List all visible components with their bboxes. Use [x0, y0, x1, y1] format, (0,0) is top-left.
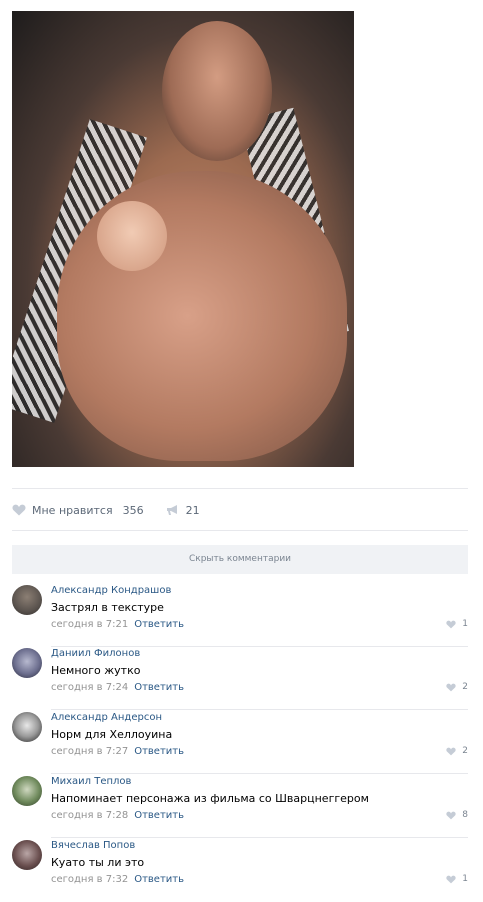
comment-like-button[interactable]: 1 [446, 619, 468, 629]
reply-button[interactable]: Ответить [134, 874, 184, 885]
comment-date[interactable]: сегодня в 7:27 [51, 746, 128, 757]
comment-meta: сегодня в 7:24 Ответить [51, 682, 184, 693]
avatar[interactable] [12, 840, 42, 870]
comment-author[interactable]: Даниил Филонов [51, 648, 140, 659]
comment-like-button[interactable]: 2 [446, 746, 468, 756]
heart-icon [446, 811, 456, 819]
repost-button[interactable]: 21 [166, 504, 200, 517]
divider [51, 773, 468, 774]
divider [51, 837, 468, 838]
comment-meta: сегодня в 7:21 Ответить [51, 619, 184, 630]
comment-item: Александр Андерсон Норм для Хеллоуина се… [12, 711, 468, 774]
comment-author[interactable]: Александр Кондрашов [51, 585, 171, 596]
divider [51, 709, 468, 710]
comment-meta: сегодня в 7:27 Ответить [51, 746, 184, 757]
post-photo[interactable] [12, 11, 354, 467]
comment-item: Вячеслав Попов Куато ты ли это сегодня в… [12, 839, 468, 902]
comment-date[interactable]: сегодня в 7:24 [51, 682, 128, 693]
avatar[interactable] [12, 648, 42, 678]
avatar[interactable] [12, 776, 42, 806]
comment-item: Александр Кондрашов Застрял в текстуре с… [12, 584, 468, 647]
hide-comments-button[interactable]: Скрыть комментарии [12, 545, 468, 574]
comment-author[interactable]: Александр Андерсон [51, 712, 162, 723]
divider [12, 530, 468, 531]
heart-icon [446, 747, 456, 755]
comment-like-count: 1 [462, 874, 468, 884]
avatar[interactable] [12, 712, 42, 742]
comment-author[interactable]: Михаил Теплов [51, 776, 131, 787]
comment-item: Даниил Филонов Немного жутко сегодня в 7… [12, 647, 468, 710]
comment-like-button[interactable]: 8 [446, 810, 468, 820]
comment-like-count: 2 [462, 682, 468, 692]
comment-date[interactable]: сегодня в 7:21 [51, 619, 128, 630]
photo-detail [162, 21, 272, 161]
comment-date[interactable]: сегодня в 7:28 [51, 810, 128, 821]
comment-meta: сегодня в 7:28 Ответить [51, 810, 184, 821]
comment-like-button[interactable]: 2 [446, 682, 468, 692]
heart-icon [446, 620, 456, 628]
heart-icon [12, 504, 26, 516]
comment-like-button[interactable]: 1 [446, 874, 468, 884]
comment-text: Немного жутко [51, 664, 141, 677]
comment-like-count: 2 [462, 746, 468, 756]
divider [12, 488, 468, 489]
reply-button[interactable]: Ответить [134, 682, 184, 693]
reply-button[interactable]: Ответить [134, 619, 184, 630]
like-label: Мне нравится [32, 503, 113, 517]
comment-date[interactable]: сегодня в 7:32 [51, 874, 128, 885]
heart-icon [446, 875, 456, 883]
megaphone-icon [166, 505, 177, 515]
comment-like-count: 8 [462, 810, 468, 820]
comment-text: Куато ты ли это [51, 856, 145, 869]
reply-button[interactable]: Ответить [134, 810, 184, 821]
repost-count: 21 [185, 503, 200, 517]
heart-icon [446, 683, 456, 691]
comment-text: Напоминает персонажа из фильма со Шварцн… [51, 792, 369, 805]
comment-text: Норм для Хеллоуина [51, 728, 173, 741]
photo-detail [57, 171, 347, 461]
like-button[interactable]: Мне нравится 356 [12, 504, 144, 517]
photo-detail [97, 201, 167, 271]
avatar[interactable] [12, 585, 42, 615]
reply-button[interactable]: Ответить [134, 746, 184, 757]
comment-like-count: 1 [462, 619, 468, 629]
comment-meta: сегодня в 7:32 Ответить [51, 874, 184, 885]
comment-text: Застрял в текстуре [51, 601, 164, 614]
post-actions: Мне нравится 356 21 [12, 502, 222, 518]
comment-item: Михаил Теплов Напоминает персонажа из фи… [12, 775, 468, 838]
comment-author[interactable]: Вячеслав Попов [51, 840, 135, 851]
like-count: 356 [122, 503, 144, 517]
